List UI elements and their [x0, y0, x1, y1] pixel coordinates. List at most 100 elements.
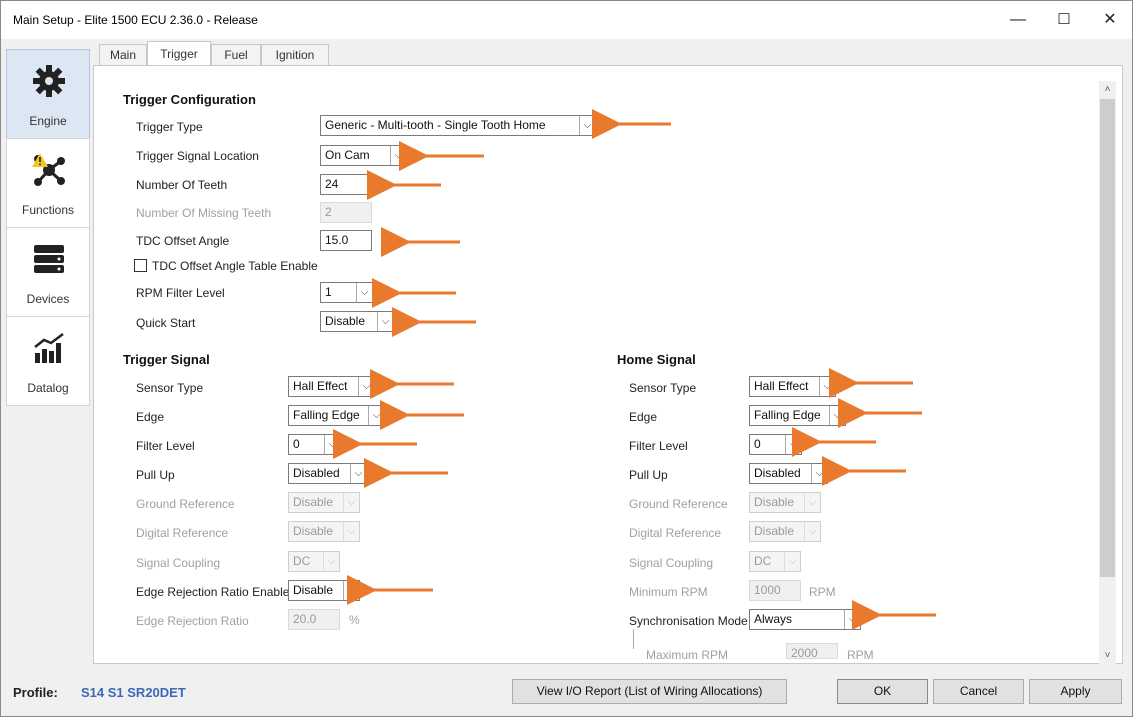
- scrollbar-thumb[interactable]: [1100, 99, 1115, 577]
- chevron-down-icon: ⌵: [811, 464, 827, 483]
- sidebar-label-engine: Engine: [29, 114, 67, 128]
- ts-coupling-select: DC ⌵: [288, 551, 340, 572]
- rpm-filter-select[interactable]: 1 ⌵: [320, 282, 373, 303]
- hs-coupling-label: Signal Coupling: [629, 556, 714, 570]
- hs-max-rpm-label: Maximum RPM: [646, 648, 729, 660]
- chevron-down-icon: ⌵: [579, 116, 595, 135]
- sidebar-label-functions: Functions: [21, 203, 75, 217]
- number-of-teeth-label: Number Of Teeth: [136, 178, 228, 192]
- ts-sensor-type-label: Sensor Type: [136, 381, 204, 395]
- sidebar-item-devices[interactable]: Devices: [6, 227, 90, 317]
- window-title: Main Setup - Elite 1500 ECU 2.36.0 - Rel…: [13, 13, 258, 27]
- trigger-type-label: Trigger Type: [136, 120, 203, 134]
- hs-max-rpm-unit: RPM: [847, 648, 874, 660]
- maximize-button[interactable]: ☐: [1041, 1, 1087, 39]
- ok-button[interactable]: OK: [837, 679, 928, 704]
- hs-coupling-value: DC: [754, 554, 772, 568]
- hs-pull-up-value: Disabled: [754, 466, 801, 480]
- ts-edge-rej-ratio-input: 20.0: [288, 609, 340, 630]
- ts-edge-rej-ratio-unit: %: [349, 613, 360, 627]
- ts-edge-select[interactable]: Falling Edge ⌵: [288, 405, 385, 426]
- tab-main[interactable]: Main: [99, 44, 147, 66]
- sidebar-item-engine[interactable]: Engine: [6, 49, 90, 139]
- ts-edge-value: Falling Edge: [293, 408, 360, 422]
- hs-pull-up-select[interactable]: Disabled ⌵: [749, 463, 828, 484]
- chevron-down-icon: ⌵: [323, 552, 339, 571]
- apply-button[interactable]: Apply: [1029, 679, 1122, 704]
- tab-ignition[interactable]: Ignition: [261, 44, 329, 66]
- sidebar-item-functions[interactable]: Functions: [6, 138, 90, 228]
- hs-min-rpm-label: Minimum RPM: [629, 585, 708, 599]
- hs-filter-level-value: 0: [754, 437, 761, 451]
- chevron-down-icon: ⌵: [844, 610, 860, 629]
- rpm-filter-value: 1: [325, 285, 332, 299]
- hs-coupling-select: DC ⌵: [749, 551, 801, 572]
- trigger-signal-location-select[interactable]: On Cam ⌵: [320, 145, 407, 166]
- home-signal-title: Home Signal: [617, 352, 696, 367]
- hs-filter-level-label: Filter Level: [629, 439, 688, 453]
- profile-value: S14 S1 SR20DET: [81, 685, 186, 700]
- ts-ground-ref-label: Ground Reference: [136, 497, 235, 511]
- ts-sensor-type-value: Hall Effect: [293, 379, 348, 393]
- hs-sync-mode-label: Synchronisation Mode: [629, 614, 748, 628]
- tdc-table-checkbox[interactable]: [134, 259, 147, 272]
- scroll-down-icon[interactable]: ˅: [1099, 647, 1116, 664]
- sidebar-label-datalog: Datalog: [27, 381, 69, 395]
- trigger-signal-location-value: On Cam: [325, 148, 370, 162]
- quick-start-value: Disable: [325, 314, 366, 328]
- ts-sensor-type-select[interactable]: Hall Effect ⌵: [288, 376, 375, 397]
- trigger-type-value: Generic - Multi-tooth - Single Tooth Hom…: [325, 118, 546, 132]
- chevron-down-icon: ⌵: [804, 522, 820, 541]
- number-of-teeth-input[interactable]: 24: [320, 174, 372, 195]
- cancel-button[interactable]: Cancel: [933, 679, 1024, 704]
- ts-coupling-label: Signal Coupling: [136, 556, 221, 570]
- hs-digital-ref-label: Digital Reference: [629, 526, 722, 540]
- chevron-down-icon: ⌵: [819, 377, 835, 396]
- footer-bar: Profile: S14 S1 SR20DET View I/O Report …: [1, 669, 1132, 713]
- quick-start-select[interactable]: Disable ⌵: [320, 311, 394, 332]
- chevron-down-icon: ⌵: [804, 493, 820, 512]
- tab-fuel[interactable]: Fuel: [211, 44, 261, 66]
- tdc-offset-input[interactable]: 15.0: [320, 230, 372, 251]
- trigger-signal-location-label: Trigger Signal Location: [136, 149, 259, 163]
- ts-edge-rej-enable-label: Edge Rejection Ratio Enable: [136, 585, 290, 599]
- chevron-down-icon: ⌵: [784, 552, 800, 571]
- chevron-down-icon: ⌵: [350, 464, 366, 483]
- ts-filter-level-label: Filter Level: [136, 439, 195, 453]
- missing-teeth-input: 2: [320, 202, 372, 223]
- hs-min-rpm-unit: RPM: [809, 585, 836, 599]
- hs-ground-ref-value: Disable: [754, 495, 795, 509]
- group-divider: [633, 629, 634, 649]
- chevron-down-icon: ⌵: [343, 493, 359, 512]
- hs-max-rpm-input: 2000: [786, 643, 838, 660]
- trigger-signal-title: Trigger Signal: [123, 352, 210, 367]
- hs-sync-mode-select[interactable]: Always ⌵: [749, 609, 861, 630]
- hs-sensor-type-select[interactable]: Hall Effect ⌵: [749, 376, 836, 397]
- missing-teeth-label: Number Of Missing Teeth: [136, 206, 272, 220]
- ts-digital-ref-value: Disable: [293, 524, 334, 538]
- vertical-scrollbar[interactable]: ˄ ˅: [1099, 81, 1116, 664]
- hs-filter-level-select[interactable]: 0 ⌵: [749, 434, 802, 455]
- trigger-config-title: Trigger Configuration: [123, 92, 256, 107]
- sidebar-item-datalog[interactable]: Datalog: [6, 316, 90, 406]
- ts-filter-level-select[interactable]: 0 ⌵: [288, 434, 341, 455]
- tdc-offset-label: TDC Offset Angle: [136, 234, 230, 248]
- chevron-down-icon: ⌵: [324, 435, 340, 454]
- view-io-report-button[interactable]: View I/O Report (List of Wiring Allocati…: [512, 679, 787, 704]
- ts-pull-up-select[interactable]: Disabled ⌵: [288, 463, 367, 484]
- main-setup-window: Main Setup - Elite 1500 ECU 2.36.0 - Rel…: [0, 0, 1133, 717]
- hs-edge-label: Edge: [629, 410, 658, 424]
- bar-chart-icon: [34, 333, 64, 363]
- ts-edge-label: Edge: [136, 410, 165, 424]
- trigger-type-select[interactable]: Generic - Multi-tooth - Single Tooth Hom…: [320, 115, 596, 136]
- chevron-down-icon: ⌵: [343, 581, 359, 600]
- minimize-button[interactable]: —: [995, 1, 1041, 39]
- scroll-up-icon[interactable]: ˄: [1099, 81, 1116, 98]
- chevron-down-icon: ⌵: [368, 406, 384, 425]
- hs-edge-select[interactable]: Falling Edge ⌵: [749, 405, 846, 426]
- close-button[interactable]: ✕: [1087, 1, 1133, 39]
- ts-digital-ref-label: Digital Reference: [136, 526, 229, 540]
- tab-trigger[interactable]: Trigger: [147, 41, 211, 66]
- ts-edge-rej-enable-select[interactable]: Disable ⌵: [288, 580, 360, 601]
- hs-edge-value: Falling Edge: [754, 408, 821, 422]
